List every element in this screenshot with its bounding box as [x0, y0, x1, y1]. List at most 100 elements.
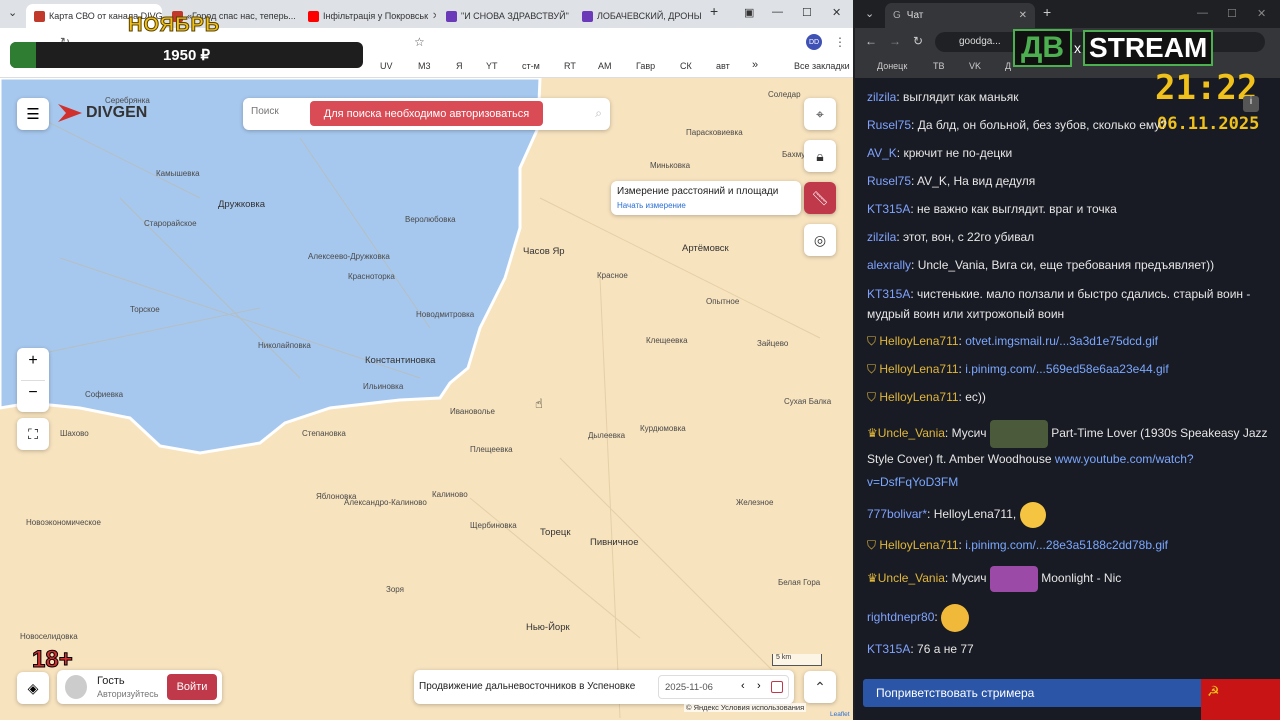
town-label: Пивничное — [590, 537, 639, 548]
chat-username[interactable]: Rusel75 — [867, 174, 911, 188]
chat-message: ⛉ HelloyLena711: i.pinimg.com/...569ed58… — [867, 362, 1169, 376]
new-tab-icon[interactable]: + — [710, 3, 718, 19]
chat-message: zilzila: этот, вон, с 22го убивал — [867, 230, 1035, 244]
stream-logo: ДВ x STREAM — [1013, 28, 1255, 68]
minimize-icon[interactable]: — — [772, 6, 783, 18]
map-attribution[interactable]: © Яндекс Условия использования — [684, 703, 807, 712]
bookmark-star-icon[interactable]: ☆ — [414, 35, 425, 49]
location-pin-icon[interactable]: ⌖ — [804, 98, 836, 130]
bookmark-item[interactable]: AM — [598, 61, 612, 71]
chat-username[interactable]: Uncle_Vania — [878, 426, 945, 440]
bookmark-item[interactable]: VK — [969, 61, 981, 71]
profile-icon[interactable]: ▣ — [744, 6, 754, 19]
chat-message: KT315A: чистенькие. мало ползали и быстр… — [867, 287, 1251, 321]
leaflet-link[interactable]: Leaflet — [830, 711, 850, 718]
tab-favicon-icon — [582, 10, 593, 22]
tab-favicon-icon — [34, 10, 45, 22]
minimize-icon[interactable]: — — [1197, 7, 1208, 19]
bookmark-item[interactable]: RT — [564, 61, 576, 71]
tab-search-icon[interactable]: ⌄ — [8, 6, 17, 19]
bookmark-item[interactable]: YT — [486, 61, 498, 71]
chat-username[interactable]: rightdnepr80 — [867, 610, 934, 624]
chat-username[interactable]: zilzila — [867, 90, 896, 104]
tab-3[interactable]: "И СНОВА ЗДРАВСТВУЙ" ✕ — [438, 4, 572, 28]
bookmark-item[interactable]: авт — [716, 61, 730, 71]
chevron-icon[interactable]: » — [752, 59, 758, 71]
chat-username[interactable]: KT315A — [867, 287, 910, 301]
close-icon[interactable]: ✕ — [432, 11, 436, 22]
forward-icon[interactable]: → — [889, 34, 901, 48]
fullscreen-icon[interactable]: ⛶ — [17, 418, 49, 450]
close-window-icon[interactable]: ✕ — [1257, 7, 1266, 20]
chevron-left-icon[interactable]: ‹ — [741, 680, 745, 692]
bookmark-item[interactable]: ст-м — [522, 61, 540, 71]
chat-link[interactable]: i.pinimg.com/...28e3a5188c2dd78b.gif — [965, 538, 1168, 552]
chat-text: Uncle_Vania, Вига си, еще требования пре… — [917, 258, 1215, 272]
back-icon[interactable]: ← — [865, 34, 877, 48]
measure-start-link[interactable]: Начать измерение — [617, 201, 686, 210]
menu-dots-icon[interactable]: ⋮ — [834, 35, 846, 49]
town-label: Часов Яр — [523, 246, 565, 257]
chat-username[interactable]: zilzila — [867, 230, 896, 244]
close-window-icon[interactable]: ✕ — [832, 6, 841, 19]
bookmark-item[interactable]: M3 — [418, 61, 431, 71]
chat-username[interactable]: Rusel75 — [867, 118, 911, 132]
bookmark-item[interactable]: СК — [680, 61, 692, 71]
avatar[interactable]: DD — [806, 34, 822, 50]
login-button[interactable]: Войти — [167, 674, 217, 700]
new-tab-icon[interactable]: + — [1043, 4, 1051, 20]
bookmark-item[interactable]: Донецк — [877, 61, 907, 71]
chevron-right-icon[interactable]: › — [757, 680, 761, 692]
layers-icon[interactable]: ◈ — [17, 672, 49, 704]
tab-2[interactable]: Інфільтрація у Покровськ ✕ — [300, 4, 436, 28]
town-label: Курдюмовка — [640, 424, 686, 433]
chat-username[interactable]: AV_K — [867, 146, 897, 160]
tab-search-icon[interactable]: ⌄ — [865, 7, 874, 20]
ruler-icon[interactable]: 📏︎ — [804, 182, 836, 214]
chat-link[interactable]: otvet.imgsmail.ru/...3a3d1e75dcd.gif — [965, 334, 1158, 348]
map-canvas[interactable]: Соледар Серебрянка Камышевка Дружковка С… — [0, 78, 853, 720]
tab-chat[interactable]: G Чат ✕ — [885, 3, 1035, 28]
chat-username[interactable]: HelloyLena711 — [879, 390, 958, 404]
bookmark-item[interactable]: Д — [1005, 61, 1011, 71]
chat-text: Мусич — [951, 571, 987, 586]
zoom-in-button[interactable]: + — [17, 352, 49, 370]
target-icon[interactable]: ◎ — [804, 224, 836, 256]
maximize-icon[interactable]: ☐ — [1227, 7, 1237, 20]
all-bookmarks[interactable]: Все закладки — [794, 61, 850, 71]
bookmark-item[interactable]: ТВ — [933, 61, 945, 71]
youtube-favicon-icon — [308, 10, 319, 22]
chat-username[interactable]: KT315A — [867, 202, 910, 216]
zoom-out-button[interactable]: − — [17, 384, 49, 402]
chat-username[interactable]: HelloyLena711 — [879, 362, 958, 376]
chat-username[interactable]: alexrally — [867, 258, 911, 272]
chat-username[interactable]: KT315A — [867, 642, 910, 656]
maximize-icon[interactable]: ☐ — [802, 6, 812, 19]
chat-username[interactable]: 777bolivar* — [867, 507, 927, 521]
welcome-streamer-button[interactable]: Поприветствовать стримера — [863, 679, 1209, 707]
town-label: Красное — [597, 271, 628, 280]
calendar-icon[interactable] — [771, 681, 783, 693]
date-value: 2025-11-06 — [665, 682, 713, 693]
search-box[interactable]: Для поиска необходимо авторизоваться ⌕ — [243, 98, 610, 130]
left-browser-window: ⌄ Карта СВО от канала DIVGEN ✕ «Город сп… — [0, 0, 853, 720]
lock-icon[interactable]: 🔒︎ — [804, 140, 836, 172]
hamburger-menu-icon[interactable]: ☰ — [17, 98, 49, 130]
search-input[interactable] — [251, 106, 311, 117]
reload-icon[interactable]: ↻ — [913, 34, 923, 48]
bookmark-item[interactable]: Гавр — [636, 61, 655, 71]
chat-username[interactable]: HelloyLena711 — [879, 538, 958, 552]
chat-link[interactable]: i.pinimg.com/...569ed58e6aa23e44.gif — [965, 362, 1168, 376]
accordion-emote-icon — [989, 566, 1038, 592]
close-icon[interactable]: ✕ — [1019, 10, 1027, 21]
chat-username[interactable]: HelloyLena711 — [879, 334, 958, 348]
chat-username[interactable]: Uncle_Vania — [878, 571, 945, 585]
bookmark-item[interactable]: Я — [456, 61, 463, 71]
bookmark-item[interactable]: UV — [380, 61, 393, 71]
search-auth-notice: Для поиска необходимо авторизоваться — [310, 101, 543, 126]
date-picker[interactable]: 2025-11-06 ‹ › — [658, 675, 789, 699]
news-text[interactable]: Продвижение дальневосточников в Успеновк… — [419, 681, 635, 692]
chevron-up-icon[interactable]: ⌃ — [804, 671, 836, 703]
tab-4[interactable]: ЛОБАЧЕВСКИЙ, ДРОНЫ ✕ — [574, 4, 702, 28]
search-icon[interactable]: ⌕ — [595, 106, 602, 121]
